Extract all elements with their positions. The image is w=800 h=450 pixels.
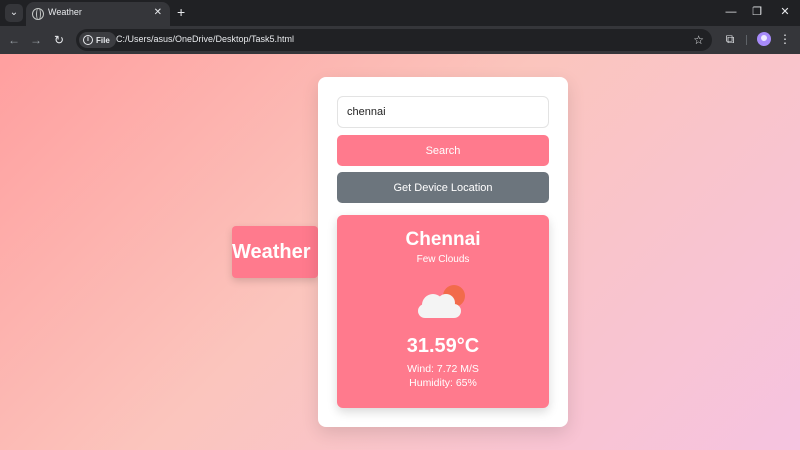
browser-toolbar: ← → ↻ i File C:/Users/asus/OneDrive/Desk… (0, 26, 800, 54)
globe-icon (32, 8, 44, 20)
get-device-location-button[interactable]: Get Device Location (337, 172, 549, 203)
humidity: Humidity: 65% (409, 377, 477, 389)
address-bar[interactable]: i File C:/Users/asus/OneDrive/Desktop/Ta… (76, 29, 712, 51)
search-button[interactable]: Search (337, 135, 549, 166)
restore-button[interactable]: ❐ (750, 5, 764, 19)
page-background: Weather Search Get Device Location Chenn… (0, 54, 800, 450)
tab-title: Weather (48, 7, 82, 17)
weather-card: Search Get Device Location Chennai Few C… (318, 77, 568, 427)
close-window-button[interactable]: ✕ (778, 5, 792, 19)
weather-condition: Few Clouds (416, 254, 470, 265)
cloud-sun-icon (418, 285, 465, 318)
profile-avatar[interactable] (757, 32, 771, 46)
minimize-button[interactable]: — (724, 5, 738, 19)
new-tab-button[interactable]: + (177, 4, 185, 20)
site-info-label: File (96, 35, 110, 45)
tab-menu-icon[interactable]: ⌄ (5, 4, 23, 22)
url-text[interactable]: C:/Users/asus/OneDrive/Desktop/Task5.htm… (116, 34, 294, 44)
app-title: Weather (232, 226, 318, 278)
extensions-icon[interactable]: ⧉ (723, 32, 737, 46)
city-name: Chennai (405, 229, 481, 250)
site-info-button[interactable]: i File (79, 32, 116, 48)
more-icon[interactable]: ⋮ (779, 31, 791, 47)
browser-tab[interactable]: Weather ✕ (26, 2, 170, 26)
tab-close-icon[interactable]: ✕ (154, 7, 162, 19)
forward-button[interactable]: → (28, 32, 44, 48)
star-icon[interactable]: ☆ (693, 32, 704, 48)
temperature: 31.59°C (406, 335, 480, 357)
info-icon: i (83, 35, 93, 45)
reload-button[interactable]: ↻ (51, 32, 67, 48)
weather-result-panel: Chennai Few Clouds 31.59°C Wind: 7.72 M/… (337, 215, 549, 408)
city-search-input[interactable] (337, 96, 549, 128)
back-button[interactable]: ← (6, 32, 22, 48)
tab-bar: ⌄ Weather ✕ + — ❐ ✕ (0, 0, 800, 26)
toolbar-divider (746, 35, 747, 45)
wind-speed: Wind: 7.72 M/S (407, 363, 479, 375)
